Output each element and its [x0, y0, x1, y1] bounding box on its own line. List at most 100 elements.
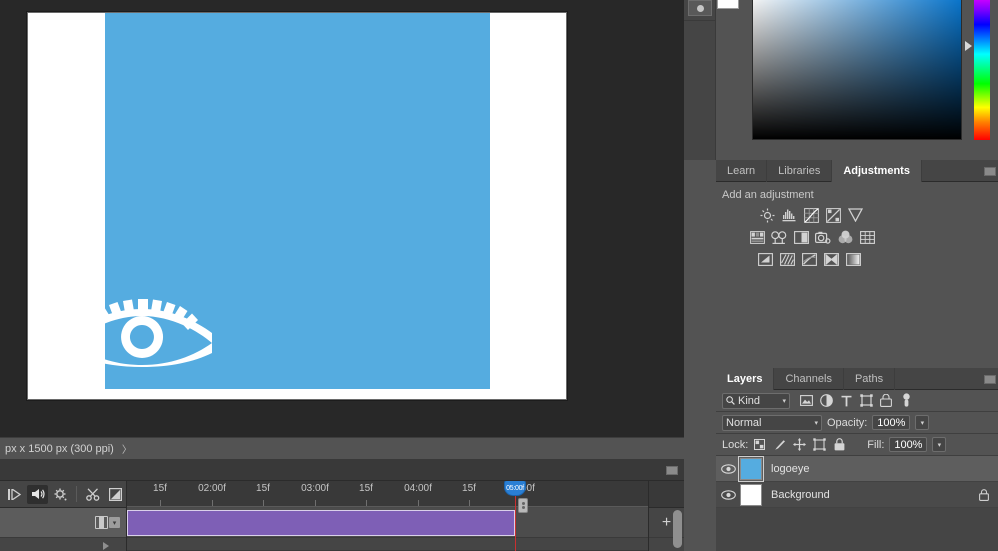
layers-panel-group: Layers Channels Paths Kind ▾	[716, 368, 998, 551]
chevron-down-icon[interactable]: ▾	[814, 419, 818, 427]
split-scissors-icon[interactable]	[82, 485, 103, 504]
smart-object-filter-icon[interactable]	[879, 394, 893, 408]
status-expand-icon[interactable]: 〉	[122, 441, 132, 456]
layer-name[interactable]: logoeye	[771, 463, 810, 475]
tab-paths[interactable]: Paths	[844, 368, 895, 390]
opacity-value[interactable]: 100%	[872, 415, 910, 430]
ruler-label: 15f	[153, 483, 167, 494]
color-lookup-icon[interactable]	[858, 228, 876, 246]
blend-mode-value: Normal	[726, 417, 761, 429]
adjustment-row-2	[722, 228, 998, 246]
timeline-track-row-extra	[127, 538, 648, 550]
brightness-contrast-icon[interactable]	[758, 206, 776, 224]
timeline-panel[interactable]: ▾ 15f 02:00f 15f 03:00f 15f 04:00f 15f 0…	[0, 459, 684, 551]
eye-icon	[721, 490, 736, 500]
ruler-label: 15f	[359, 483, 373, 494]
transition-icon[interactable]	[105, 485, 126, 504]
layer-visibility-toggle[interactable]	[716, 464, 740, 474]
timeline-clip[interactable]	[127, 510, 515, 536]
timeline-track-expander[interactable]	[0, 538, 126, 550]
adjustments-panel-menu-icon[interactable]	[984, 167, 996, 176]
type-filter-icon[interactable]	[839, 394, 853, 408]
table-row[interactable]: logoeye	[716, 456, 998, 482]
shape-filter-icon[interactable]	[859, 394, 873, 408]
blend-mode-select[interactable]: Normal ▾	[722, 415, 822, 431]
audio-icon[interactable]	[27, 485, 48, 504]
curves-icon[interactable]	[802, 206, 820, 224]
hue-slider[interactable]	[974, 0, 990, 140]
lock-all-icon[interactable]	[833, 438, 846, 451]
invert-icon[interactable]	[756, 250, 774, 268]
tab-learn[interactable]: Learn	[716, 160, 767, 182]
channel-mixer-icon[interactable]	[836, 228, 854, 246]
adjustments-panel-group: Learn Libraries Adjustments Add an adjus…	[716, 160, 998, 368]
timeline-scrollbar[interactable]	[673, 510, 682, 548]
table-row[interactable]: Background	[716, 482, 998, 508]
canvas-frame[interactable]	[27, 12, 567, 400]
timeline-playhead[interactable]: 05:00f	[515, 481, 516, 551]
filter-toggle-icon[interactable]	[899, 394, 913, 408]
lock-image-pixels-icon[interactable]	[773, 438, 786, 451]
gradient-map-icon[interactable]	[844, 250, 862, 268]
hue-saturation-icon[interactable]	[748, 228, 766, 246]
playhead-time-marker[interactable]: 05:00f	[504, 481, 526, 496]
photo-filter-icon[interactable]	[814, 228, 832, 246]
lock-position-icon[interactable]	[793, 438, 806, 451]
levels-icon[interactable]	[780, 206, 798, 224]
photoshop-window: px x 1500 px (300 ppi) 〉	[0, 0, 998, 551]
lock-artboard-icon[interactable]	[813, 438, 826, 451]
pixel-filter-icon[interactable]	[799, 394, 813, 408]
timeline-left-controls: ▾	[0, 481, 127, 551]
saturation-value-field[interactable]	[752, 0, 962, 140]
collapsed-panel-icon[interactable]	[688, 0, 712, 16]
opacity-label: Opacity:	[827, 417, 867, 429]
layer-thumbnail[interactable]	[740, 458, 762, 480]
collapsed-panel-strip[interactable]	[684, 0, 716, 160]
tab-libraries[interactable]: Libraries	[767, 160, 832, 182]
posterize-icon[interactable]	[778, 250, 796, 268]
adjustment-row-1	[722, 206, 998, 224]
timeline-video-track[interactable]	[127, 508, 648, 538]
video-track-icon[interactable]: ▾	[95, 516, 120, 529]
ruler-label: 02:00f	[198, 483, 226, 494]
layer-kind-select[interactable]: Kind ▾	[722, 393, 790, 409]
lock-icon-group	[753, 438, 846, 451]
layer-thumbnail-image	[741, 459, 761, 479]
tab-adjustments[interactable]: Adjustments	[832, 160, 922, 182]
chevron-down-icon[interactable]: ▾	[782, 397, 786, 405]
fill-chevron-down-icon[interactable]: ▾	[932, 437, 946, 452]
lock-transparent-pixels-icon[interactable]	[753, 438, 766, 451]
layer-visibility-toggle[interactable]	[716, 490, 740, 500]
exposure-icon[interactable]	[824, 206, 842, 224]
adjustment-filter-icon[interactable]	[819, 394, 833, 408]
ruler-label: 15f	[256, 483, 270, 494]
timeline-track-area[interactable]: 15f 02:00f 15f 03:00f 15f 04:00f 15f 05:…	[127, 481, 648, 551]
opacity-chevron-down-icon[interactable]: ▾	[915, 415, 929, 430]
ruler-label: 15f	[462, 483, 476, 494]
vibrance-icon[interactable]	[846, 206, 864, 224]
black-white-icon[interactable]	[792, 228, 810, 246]
timeline-panel-menu-icon[interactable]	[666, 466, 678, 475]
layers-panel-body: Kind ▾	[716, 390, 998, 551]
playback-options-icon[interactable]	[4, 485, 25, 504]
layers-panel-menu-icon[interactable]	[984, 375, 996, 384]
color-panel[interactable]	[716, 0, 998, 158]
timeline-ruler[interactable]: 15f 02:00f 15f 03:00f 15f 04:00f 15f 05:…	[127, 481, 648, 508]
document-canvas-area[interactable]	[0, 0, 684, 437]
timeline-body: ▾ 15f 02:00f 15f 03:00f 15f 04:00f 15f 0…	[0, 481, 684, 551]
layer-name[interactable]: Background	[771, 489, 830, 501]
color-balance-icon[interactable]	[770, 228, 788, 246]
fill-value[interactable]: 100%	[889, 437, 927, 452]
hue-slider-handle-icon[interactable]	[965, 41, 972, 51]
playhead-grip[interactable]	[518, 498, 528, 513]
settings-gear-icon[interactable]	[50, 485, 71, 504]
eye-icon	[721, 464, 736, 474]
panel-dot-icon	[697, 5, 704, 12]
selective-color-icon[interactable]	[822, 250, 840, 268]
threshold-icon[interactable]	[800, 250, 818, 268]
foreground-color-swatch[interactable]	[717, 0, 739, 9]
tab-channels[interactable]: Channels	[774, 368, 843, 390]
track-chevron-down-icon[interactable]: ▾	[109, 517, 120, 528]
tab-layers[interactable]: Layers	[716, 368, 774, 390]
layer-thumbnail[interactable]	[740, 484, 762, 506]
